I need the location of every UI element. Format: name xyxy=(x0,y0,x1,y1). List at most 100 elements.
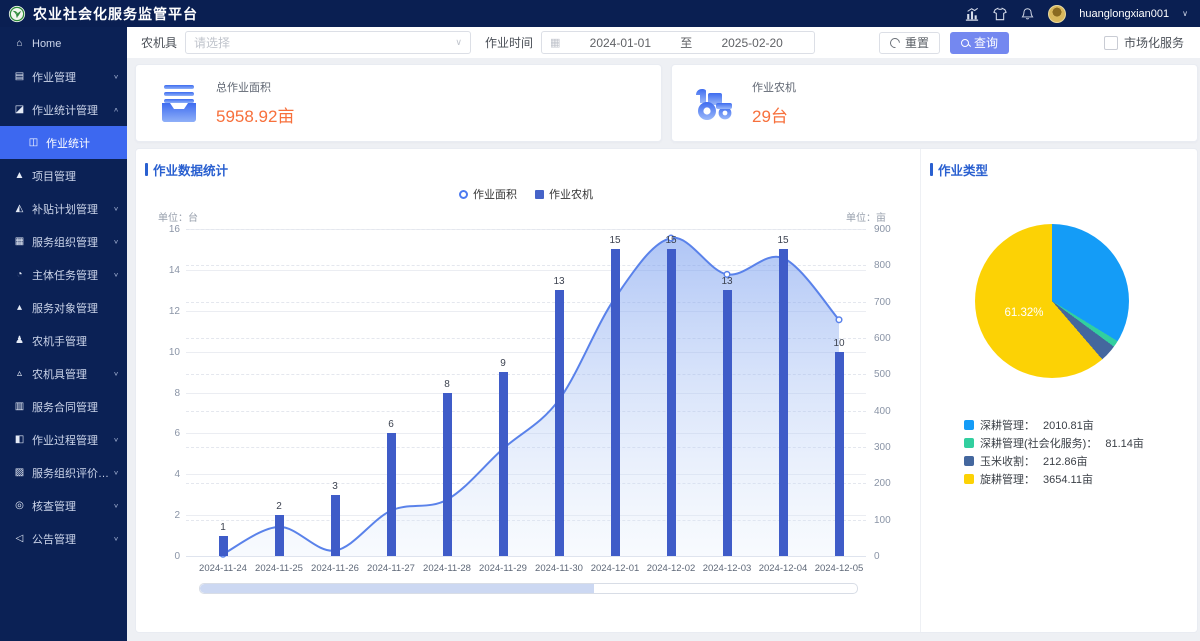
stats-icon: ◫ xyxy=(27,137,40,148)
theme-shirt-icon[interactable] xyxy=(992,6,1007,21)
stats-mgmt-icon: ◪ xyxy=(13,104,26,115)
sidebar-item-project-management[interactable]: ▲项目管理 xyxy=(0,159,127,192)
bar[interactable] xyxy=(331,495,340,556)
bar[interactable] xyxy=(779,249,788,556)
line-series-icon xyxy=(459,190,468,199)
machine-filter-label: 农机具 xyxy=(141,34,177,51)
date-end-input[interactable]: 2025-02-20 xyxy=(698,36,806,50)
total-area-card: 总作业面积 5958.92亩 xyxy=(135,64,662,142)
sidebar-item-service-contract-management[interactable]: ▥服务合同管理 xyxy=(0,390,127,423)
bar[interactable] xyxy=(723,290,732,556)
chevron-down-icon: ∨ xyxy=(113,502,119,509)
notice-icon: ◁ xyxy=(13,533,26,544)
card-label: 总作业面积 xyxy=(216,79,294,95)
refresh-icon xyxy=(888,35,902,49)
pie-legend-item[interactable]: 玉米收割： 212.86亩 xyxy=(964,452,1144,470)
bar[interactable] xyxy=(443,393,452,557)
bar[interactable] xyxy=(667,249,676,556)
checkbox-box[interactable] xyxy=(1104,36,1118,50)
user-dropdown-chevron-icon[interactable]: ∨ xyxy=(1182,9,1188,18)
username[interactable]: huanglongxian001 xyxy=(1079,8,1169,20)
sidebar-item-operator-management[interactable]: ♟农机手管理 xyxy=(0,324,127,357)
sidebar-item-machine-management[interactable]: ▵农机具管理∨ xyxy=(0,357,127,390)
chevron-down-icon: ∨ xyxy=(113,436,119,443)
sidebar-item-service-target-management[interactable]: ▴服务对象管理 xyxy=(0,291,127,324)
x-axis-label: 2024-11-25 xyxy=(249,563,309,574)
chevron-down-icon: ∨ xyxy=(455,37,462,48)
search-button[interactable]: 查询 xyxy=(950,32,1009,54)
bar[interactable] xyxy=(611,249,620,556)
notification-bell-icon[interactable] xyxy=(1020,6,1035,21)
bar-value-label: 13 xyxy=(544,276,574,287)
x-axis-label: 2024-12-03 xyxy=(697,563,757,574)
machine-select[interactable]: 请选择 ∨ xyxy=(185,31,471,54)
sidebar-item-inspection-management[interactable]: ◎核查管理∨ xyxy=(0,489,127,522)
sidebar-item-label: 补贴计划管理 xyxy=(32,201,113,217)
bar[interactable] xyxy=(499,372,508,556)
bar[interactable] xyxy=(835,352,844,556)
bar[interactable] xyxy=(219,536,228,556)
bar-value-label: 9 xyxy=(488,358,518,369)
tractor-icon xyxy=(692,83,738,123)
bar-value-label: 15 xyxy=(656,235,686,246)
bar[interactable] xyxy=(555,290,564,556)
title-accent-bar xyxy=(145,163,148,176)
bar[interactable] xyxy=(275,515,284,556)
bar-line-plot[interactable]: 0246810121416010020030040050060070080090… xyxy=(186,229,866,556)
job-data-chart-section: 作业数据统计 作业面积 作业农机 单位：台 单位：亩 0246810121416… xyxy=(136,149,920,632)
sidebar-item-notice-management[interactable]: ◁公告管理∨ xyxy=(0,522,127,555)
pie-legend-item[interactable]: 旋耕管理：3654.11亩 xyxy=(964,470,1144,488)
sidebar-item-subject-task-management[interactable]: ◔主体任务管理∨ xyxy=(0,258,127,291)
sidebar-item-label: Home xyxy=(32,38,119,50)
sidebar-item-service-org-evaluation-management[interactable]: ▨服务组织评价管理∨ xyxy=(0,456,127,489)
sidebar-item-job-process-management[interactable]: ◧作业过程管理∨ xyxy=(0,423,127,456)
sidebar-item-label: 核查管理 xyxy=(32,498,113,514)
date-start-input[interactable]: 2024-01-01 xyxy=(566,36,674,50)
datazoom-slider[interactable] xyxy=(199,583,858,594)
org-icon: ▦ xyxy=(13,236,26,247)
sidebar-item-job-stats[interactable]: ◫作业统计 xyxy=(0,126,127,159)
sidebar-item-subsidy-plan-management[interactable]: ◭补贴计划管理∨ xyxy=(0,192,127,225)
job-type-pie[interactable]: 61.32% xyxy=(975,224,1129,378)
right-axis-tick: 500 xyxy=(874,369,908,380)
datazoom-selected-range[interactable] xyxy=(200,584,594,593)
page-title: 农业社会化服务监管平台 xyxy=(33,4,198,24)
user-avatar[interactable] xyxy=(1048,5,1066,23)
legend-name: 玉米收割： xyxy=(980,453,1035,469)
bar-series-icon xyxy=(535,190,544,199)
sidebar-item-service-org-management[interactable]: ▦服务组织管理∨ xyxy=(0,225,127,258)
legend-item-machine[interactable]: 作业农机 xyxy=(535,186,593,202)
left-axis-tick: 2 xyxy=(152,510,180,521)
search-icon xyxy=(961,39,969,47)
left-axis-tick: 8 xyxy=(152,388,180,399)
pie-legend-item[interactable]: 深耕管理：2010.81亩 xyxy=(964,416,1144,434)
legend-item-area[interactable]: 作业面积 xyxy=(459,186,517,202)
x-axis-label: 2024-12-04 xyxy=(753,563,813,574)
sidebar-item-label: 公告管理 xyxy=(32,531,113,547)
sidebar-item-job-stats-management[interactable]: ◪作业统计管理∧ xyxy=(0,93,127,126)
pie-legend-item[interactable]: 深耕管理(社会化服务)：81.14亩 xyxy=(964,434,1144,452)
chevron-down-icon: ∨ xyxy=(113,271,119,278)
x-axis-label: 2024-12-05 xyxy=(809,563,869,574)
legend-color-swatch xyxy=(964,438,974,448)
sidebar-item-label: 主体任务管理 xyxy=(32,267,113,283)
bar-chart-legend: 作业面积 作业农机 xyxy=(186,186,866,202)
machine-count-card: 作业农机 29台 xyxy=(671,64,1198,142)
x-axis-label: 2024-12-01 xyxy=(585,563,645,574)
sidebar-item-home[interactable]: ⌂Home xyxy=(0,27,127,60)
bar[interactable] xyxy=(387,433,396,556)
operator-icon: ♟ xyxy=(13,335,26,346)
bar-value-label: 2 xyxy=(264,501,294,512)
reset-button[interactable]: 重置 xyxy=(879,32,940,54)
bar-value-label: 8 xyxy=(432,379,462,390)
sidebar-item-label: 项目管理 xyxy=(32,168,119,184)
left-axis-tick: 0 xyxy=(152,551,180,562)
legend-value: 81.14亩 xyxy=(1105,435,1144,451)
market-service-checkbox[interactable]: 市场化服务 xyxy=(1104,34,1184,51)
legend-value: 212.86亩 xyxy=(1043,453,1088,469)
dashboard-chart-icon[interactable] xyxy=(964,6,979,21)
date-range-picker[interactable]: ▦ 2024-01-01 至 2025-02-20 xyxy=(541,31,815,54)
sidebar-item-job-management[interactable]: ▤作业管理∨ xyxy=(0,60,127,93)
chevron-down-icon: ∨ xyxy=(113,205,119,212)
right-axis-tick: 100 xyxy=(874,515,908,526)
